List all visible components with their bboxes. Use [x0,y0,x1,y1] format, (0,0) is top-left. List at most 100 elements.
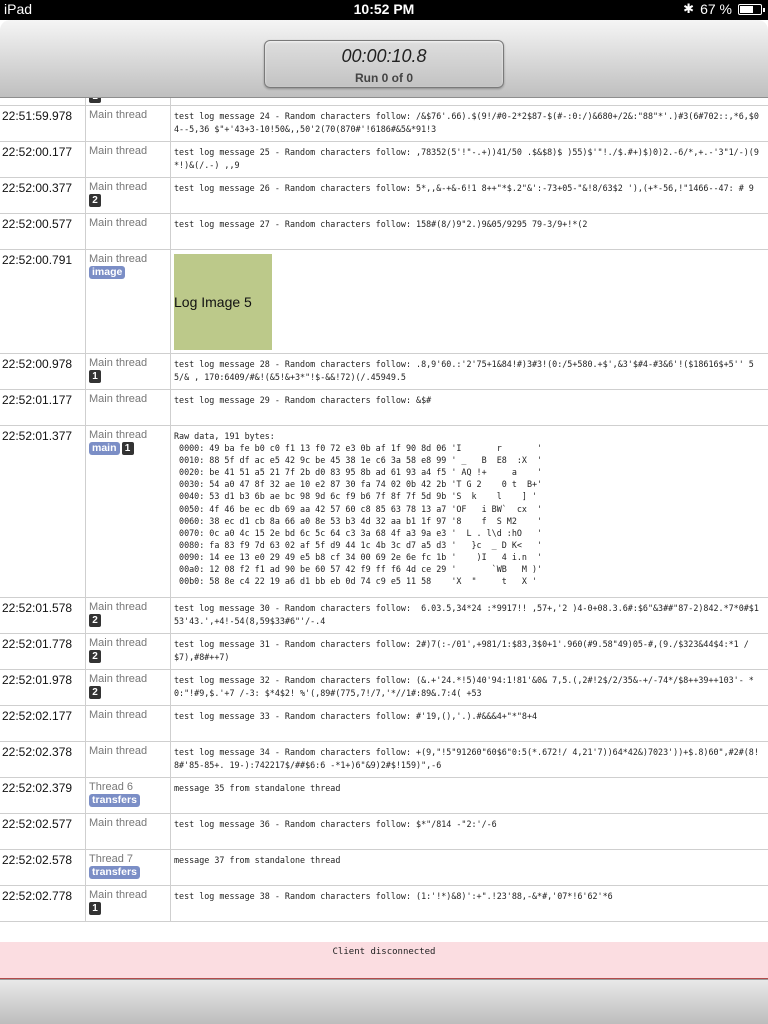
log-message: test log message 28 - Random characters … [174,359,754,382]
log-timestamp: 22:52:00.791 [2,253,73,267]
thread-name: Main thread [89,357,148,369]
count-badge: 1 [89,98,101,103]
elapsed-time: 00:00:10.8 [341,46,427,66]
log-timestamp: 22:52:01.377 [2,429,73,443]
log-timestamp: 22:52:01.778 [2,637,73,651]
thread-name: Main thread [89,429,148,441]
log-message: test log message 29 - Random characters … [174,395,432,405]
log-thread: Thread 6 transfers [85,778,171,813]
log-timestamp: 22:52:02.577 [2,817,73,831]
log-row[interactable]: 22:52:01.978 Main thread 2 test log message… [0,670,768,706]
tag-badge: image [89,266,126,279]
log-thread: Thread 7 transfers [85,850,171,885]
log-thread: Main thread [85,106,171,141]
thread-badges: 2 [89,650,170,663]
log-row[interactable]: 22:51:59.777Main thread1test log message… [0,98,768,106]
bottom-toolbar [0,979,768,1024]
log-message: test log message 38 - Random characters … [174,891,613,901]
battery-icon [738,3,765,15]
thread-name: Main thread [89,253,148,265]
log-message: message 35 from standalone thread [174,783,341,793]
log-image[interactable]: Log Image 5 [174,254,272,350]
thread-name: Main thread [89,181,148,193]
count-badge: 2 [89,686,101,699]
log-row[interactable]: 22:52:02.177 Main thread test log message … [0,706,768,742]
log-row[interactable]: 22:52:00.978 Main thread 1 test log message… [0,354,768,390]
log-timestamp: 22:52:02.778 [2,889,73,903]
log-row[interactable]: 22:52:00.577 Main thread test log message … [0,214,768,250]
log-timestamp: 22:52:01.578 [2,601,73,615]
thread-name: Main thread [89,745,148,757]
run-counter: Run 0 of 0 [354,71,413,85]
log-row[interactable]: 22:52:00.177 Main thread test log message … [0,142,768,178]
log-thread: Main thread 2 [85,634,171,669]
thread-name: Thread 7 [89,853,134,865]
log-row[interactable]: 22:52:02.378 Main thread test log message … [0,742,768,778]
toolbar: 00:00:10.8 Run 0 of 0 [0,20,768,98]
thread-name: Main thread [89,109,148,121]
log-timestamp: 22:52:00.377 [2,181,73,195]
log-thread: Main thread [85,814,171,849]
log-thread: Main thread1 [85,354,171,389]
count-badge: 2 [89,194,101,207]
log-timestamp: 22:52:02.578 [2,853,73,867]
hex-dump: Raw data, 191 bytes: 0000: 49 ba fe b0 c… [174,431,543,587]
log-message: test log message 26 - Random characters … [174,183,754,193]
thread-badges: 1 [89,370,170,383]
log-thread: Main thread [85,390,171,425]
thread-badges: 2 [89,614,170,627]
thread-name: Main thread [89,637,148,649]
thread-name: Main thread [89,817,148,829]
log-row[interactable]: 22:52:00.791 Main thread image Log Image 5 [0,250,768,354]
count-badge: 1 [121,442,134,455]
log-timestamp: 22:52:00.978 [2,357,73,371]
log-message: test log message 25 - Random characters … [174,147,759,170]
log-thread: Main thread 2 [85,598,171,633]
log-message: test log message 34 - Random characters … [174,747,759,770]
thread-name: Thread 6 [89,781,134,793]
log-timestamp: 22:52:02.378 [2,745,73,759]
thread-badges: 1 [89,98,170,103]
log-thread: Main thread [85,142,171,177]
log-row[interactable]: 22:52:01.377 Main thread main 1 Raw data, 19… [0,426,768,598]
log-row[interactable]: 22:52:01.177 Main thread test log message … [0,390,768,426]
status-right: ✱ 67 % [683,1,765,17]
log-message: test log message 33 - Random characters … [174,711,538,721]
log-thread: Main thread 2 [85,178,171,213]
run-timer[interactable]: 00:00:10.8 Run 0 of 0 [264,40,504,88]
log-row[interactable]: 22:52:02.379 Thread 6 transfers message 35 … [0,778,768,814]
log-timestamp: 22:52:01.978 [2,673,73,687]
status-bar: iPad 10:52 PM ✱ 67 % [0,0,768,20]
log-timestamp: 22:52:01.177 [2,393,73,407]
thread-badges: main 1 [89,442,170,455]
thread-name: Main thread [89,673,148,685]
log-list[interactable]: 22:51:59.777Main thread1test log message… [0,98,768,978]
battery-percentage: 67 % [700,1,732,17]
log-row[interactable]: 22:52:02.578 Thread 7 transfers message 37 … [0,850,768,886]
thread-badges: 2 [89,686,170,699]
log-thread: Main thread [85,214,171,249]
log-thread: Main thread 2 [85,670,171,705]
thread-badges: image [89,266,170,279]
log-thread: Main thread1 [85,98,171,105]
log-row[interactable]: 22:52:00.377 Main thread 2 test log message… [0,178,768,214]
log-row[interactable]: 22:51:59.978 Main thread test log message … [0,106,768,142]
log-message: test log message 36 - Random characters … [174,819,497,829]
log-row[interactable]: 22:52:02.778 Main thread 1 test log message… [0,886,768,922]
count-badge: 1 [89,370,101,383]
log-row[interactable]: 22:52:02.577 Main thread test log message … [0,814,768,850]
log-timestamp: 22:52:02.177 [2,709,73,723]
thread-name: Main thread [89,709,148,721]
status-time: 10:52 PM [353,1,415,17]
thread-badges: transfers [89,866,170,879]
thread-badges: 2 [89,194,170,207]
bluetooth-icon: ✱ [683,1,695,16]
log-timestamp: 22:52:00.177 [2,145,73,159]
log-row[interactable]: 22:52:01.778 Main thread 2 test log message… [0,634,768,670]
log-message: test log message 27 - Random characters … [174,219,588,229]
log-thread: Main thread1 [85,886,171,921]
log-thread: Main thread [85,742,171,777]
thread-name: Main thread [89,393,148,405]
thread-badges: 1 [89,902,170,915]
log-row[interactable]: 22:52:01.578 Main thread 2 test log message… [0,598,768,634]
